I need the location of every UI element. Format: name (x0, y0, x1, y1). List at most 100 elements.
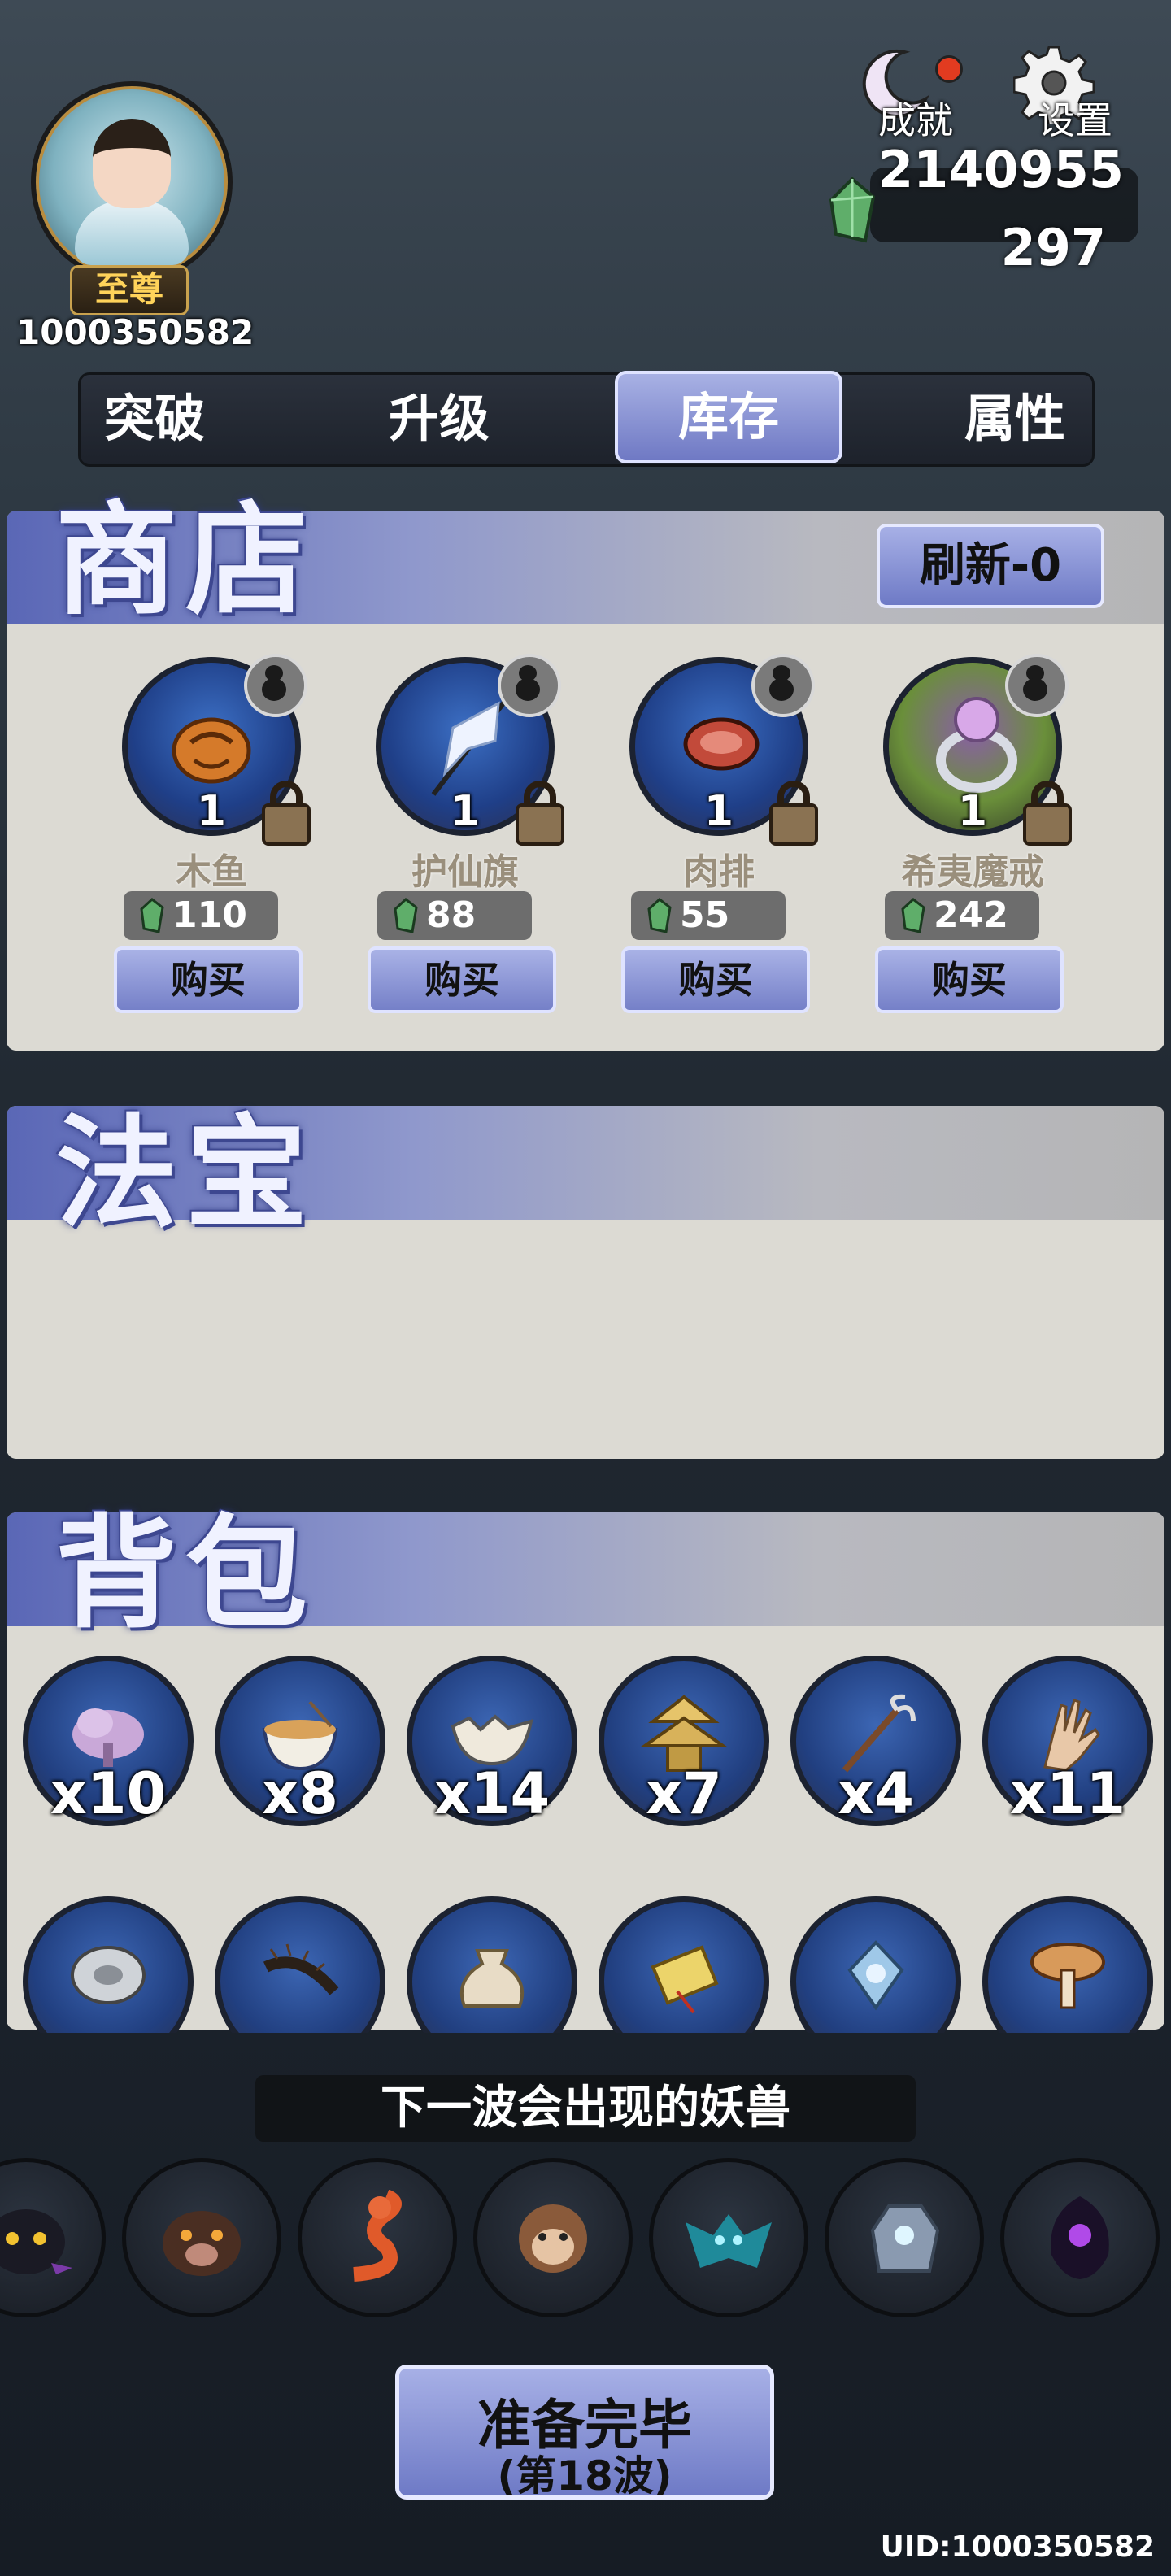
jade-gem-icon (140, 898, 164, 933)
shop-title: 商店 (55, 489, 316, 632)
monster-preview[interactable] (1000, 2158, 1160, 2317)
shop-item-price: 55 (631, 891, 786, 940)
gourd-icon (244, 654, 307, 717)
pouch-icon (459, 1949, 525, 2008)
next-wave-label: 下一波会出现的妖兽 (255, 2075, 916, 2142)
notification-dot (935, 55, 963, 83)
bag-item[interactable]: x14 (407, 1656, 577, 1827)
monster-preview[interactable] (298, 2158, 457, 2317)
avatar-body (75, 200, 189, 265)
refresh-button[interactable]: 刷新-0 (877, 524, 1104, 608)
player-id: 1000350582 (16, 312, 255, 352)
shop-item-qty: 1 (196, 787, 227, 836)
teal-bat-monster-icon (686, 2214, 772, 2268)
monster-preview[interactable] (122, 2158, 281, 2317)
shop-item: 1 肉排 55 购买 (621, 654, 833, 1031)
bag-item-count: x7 (646, 1760, 722, 1827)
ready-button-wave: (第18波) (497, 2452, 673, 2500)
achievement-label: 成就 (878, 98, 953, 142)
monster-preview[interactable] (0, 2158, 106, 2317)
purple-wraith-monster-icon (1051, 2196, 1109, 2279)
tab-upgrade[interactable]: 升级 (358, 382, 520, 457)
centipede-icon (263, 1943, 339, 1995)
monster-preview[interactable] (825, 2158, 984, 2317)
buy-button[interactable]: 购买 (114, 946, 303, 1013)
buy-button[interactable]: 购买 (621, 946, 810, 1013)
treasure-panel: 法宝 (7, 1102, 1164, 1459)
avatar-face (93, 119, 171, 208)
shop-item: 1 护仙旗 88 购买 (368, 654, 579, 1031)
bag-item[interactable]: x4 (790, 1656, 961, 1827)
bag-item-count: x11 (1009, 1760, 1126, 1827)
shop-item-qty: 1 (957, 787, 988, 836)
ready-button[interactable]: 准备完毕 (第18波) (395, 2365, 774, 2500)
bag-grid[interactable]: x10 x8 x14 x7 x4 x11 (7, 1626, 1164, 2033)
jade-amount: 297 (1000, 218, 1106, 277)
monster-preview[interactable] (649, 2158, 808, 2317)
bag-item-count: x10 (50, 1760, 167, 1827)
shop-item-name: 希夷魔戒 (901, 851, 1044, 893)
bag-item[interactable] (790, 1896, 961, 2033)
jade-gem-icon (829, 177, 876, 243)
settings-label: 设置 (1038, 98, 1112, 142)
gourd-icon (1005, 654, 1069, 717)
shop-item-price: 242 (885, 891, 1039, 940)
price-value: 55 (680, 894, 730, 936)
bag-item-count: x14 (433, 1760, 551, 1827)
pendant-icon (847, 1940, 904, 2011)
stone-golem-monster-icon (870, 2204, 940, 2273)
bag-item[interactable] (982, 1896, 1153, 2033)
shop-item-qty: 1 (450, 787, 481, 836)
steak-icon (683, 717, 760, 771)
bag-item[interactable] (215, 1896, 385, 2033)
shop-item: 1 木鱼 110 购买 (114, 654, 325, 1031)
jade-gem-icon (394, 898, 418, 933)
banner-icon (431, 695, 511, 796)
mushroom-icon (1030, 1943, 1105, 2009)
monster-preview[interactable] (473, 2158, 633, 2317)
bag-item[interactable]: x10 (23, 1656, 194, 1827)
jade-gem-icon (647, 898, 672, 933)
shop-item-name: 肉排 (683, 851, 755, 893)
tab-breakthrough[interactable]: 突破 (81, 382, 228, 457)
ring-icon (936, 697, 1017, 793)
treasure-title: 法宝 (55, 1102, 316, 1245)
player-avatar[interactable] (31, 81, 233, 283)
settings-button[interactable]: 设置 (997, 42, 1119, 142)
buy-button[interactable]: 购买 (875, 946, 1064, 1013)
bag-item-count: x4 (838, 1760, 914, 1827)
red-snake-monster-icon (353, 2190, 402, 2282)
wooden-fish-icon (172, 717, 251, 784)
shop-item-name: 木鱼 (176, 851, 247, 893)
bag-item[interactable] (407, 1896, 577, 2033)
bag-item-count: x8 (262, 1760, 338, 1827)
tab-attributes[interactable]: 属性 (934, 382, 1096, 457)
shadow-cat-monster-icon (0, 2209, 72, 2274)
bag-item[interactable]: x7 (599, 1656, 769, 1827)
shop-item-name: 护仙旗 (411, 851, 519, 893)
price-value: 110 (172, 894, 247, 936)
bag-title: 背包 (55, 1502, 316, 1645)
uid-label: UID:1000350582 (880, 2530, 1155, 2564)
disc-icon (71, 1946, 146, 2004)
bag-item[interactable]: x8 (215, 1656, 385, 1827)
scroll-icon (651, 1945, 719, 2014)
gold-amount: 2140955 (878, 140, 1124, 199)
jade-gem-icon (901, 898, 925, 933)
bag-item[interactable] (23, 1896, 194, 2033)
player-rank-badge: 至尊 (70, 265, 189, 315)
gourd-icon (498, 654, 561, 717)
shop-item-price: 110 (124, 891, 278, 940)
shop-item: 1 希夷魔戒 242 购买 (875, 654, 1086, 1031)
tab-inventory[interactable]: 库存 (615, 371, 842, 463)
monkey-monster-icon (519, 2204, 587, 2273)
bag-item[interactable] (599, 1896, 769, 2033)
shop-item-price: 88 (377, 891, 532, 940)
price-value: 242 (934, 894, 1008, 936)
shop-item-qty: 1 (703, 787, 734, 836)
gourd-icon (751, 654, 815, 717)
boar-monster-icon (163, 2211, 241, 2276)
price-value: 88 (426, 894, 477, 936)
bag-item[interactable]: x11 (982, 1656, 1153, 1827)
buy-button[interactable]: 购买 (368, 946, 556, 1013)
